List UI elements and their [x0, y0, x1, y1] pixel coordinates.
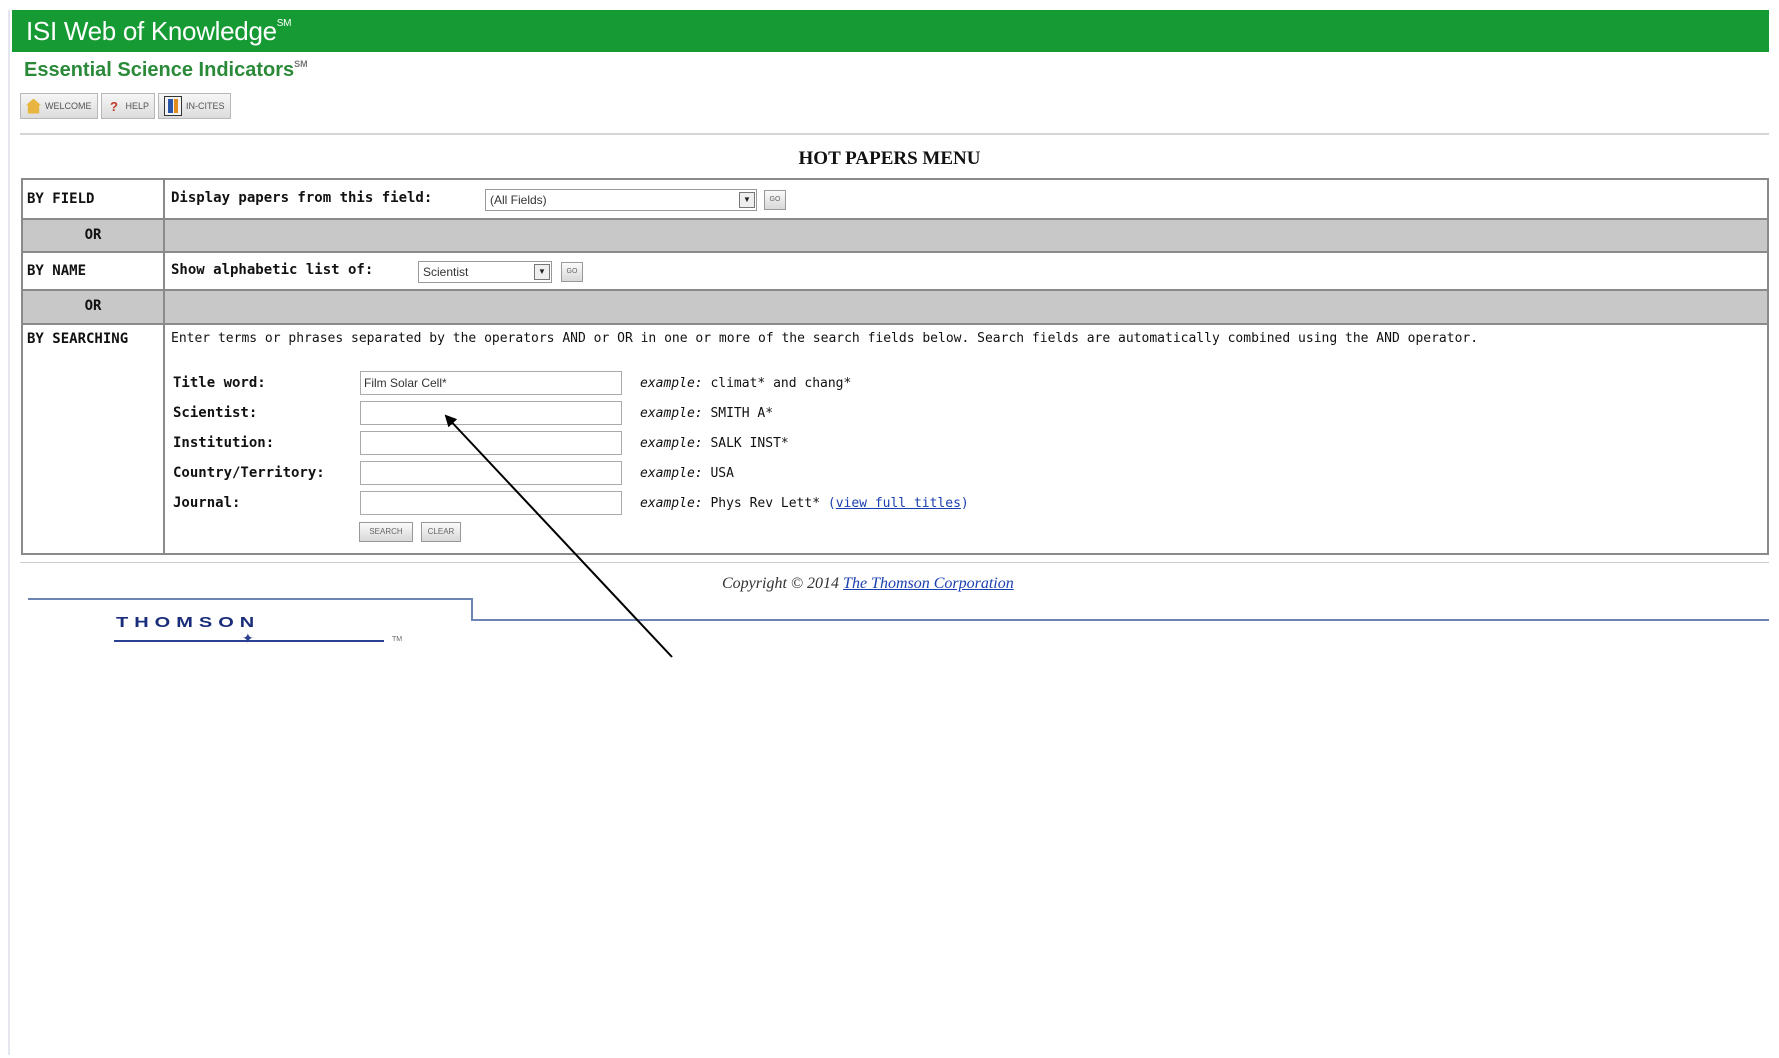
- scientist-example: example: SMITH A*: [640, 406, 773, 421]
- name-go-button[interactable]: GO: [561, 262, 583, 282]
- example-text: SALK INST*: [710, 436, 789, 451]
- help-button[interactable]: ? HELP: [100, 93, 156, 119]
- divider-top: [20, 133, 1769, 135]
- country-input[interactable]: [360, 461, 622, 485]
- example-text: Phys Rev Lett*: [710, 496, 821, 511]
- hot-papers-table: BY FIELD Display papers from this field:…: [21, 178, 1769, 555]
- thomson-logo: THOMSON: [116, 614, 261, 631]
- welcome-button[interactable]: WELCOME: [20, 93, 98, 119]
- search-button[interactable]: SEARCH: [359, 522, 413, 542]
- product-subtitle: Essential Science IndicatorsSM: [24, 59, 308, 82]
- or-label: OR: [23, 220, 165, 251]
- by-searching-label: BY SEARCHING: [23, 325, 165, 553]
- dropdown-arrow-icon: ▼: [739, 192, 755, 208]
- page: ISI Web of KnowledgeSM Essential Science…: [0, 0, 1779, 1058]
- title-word-example: example: climat* and chang*: [640, 376, 851, 391]
- institution-input[interactable]: [360, 431, 622, 455]
- incites-button[interactable]: IN-CITES: [158, 93, 231, 119]
- copyright-text: Copyright © 2014: [722, 575, 840, 592]
- scientist-label: Scientist:: [173, 405, 258, 421]
- institution-example: example: SALK INST*: [640, 436, 789, 451]
- or-label: OR: [23, 291, 165, 323]
- incites-label: IN-CITES: [186, 101, 225, 111]
- example-prefix: example:: [640, 436, 703, 451]
- field-select-value: (All Fields): [490, 193, 547, 207]
- example-text: climat* and chang*: [710, 376, 852, 391]
- example-text: USA: [710, 466, 734, 481]
- help-icon: ?: [110, 98, 118, 114]
- brand-servicemark: SM: [276, 18, 292, 29]
- by-field-row: BY FIELD Display papers from this field:…: [23, 180, 1767, 220]
- name-select[interactable]: Scientist ▼: [418, 261, 552, 283]
- or-separator: OR: [23, 220, 1767, 253]
- field-go-button[interactable]: GO: [764, 190, 786, 210]
- subtitle-servicemark: SM: [294, 59, 308, 69]
- link-paren-open: (: [827, 496, 836, 511]
- clear-button[interactable]: CLEAR: [421, 522, 461, 542]
- footer-rule-step: [471, 598, 473, 620]
- link-paren-close: ): [960, 496, 969, 511]
- incites-icon: [164, 96, 183, 116]
- country-example: example: USA: [640, 466, 734, 481]
- title-word-label: Title word:: [173, 375, 266, 391]
- journal-label: Journal:: [173, 495, 241, 511]
- help-label: HELP: [125, 101, 150, 111]
- name-prompt: Show alphabetic list of:: [171, 262, 374, 278]
- company-link[interactable]: The Thomson Corporation: [843, 575, 1014, 592]
- header-bar: ISI Web of KnowledgeSM: [12, 10, 1769, 52]
- name-select-value: Scientist: [423, 265, 469, 279]
- subtitle-text: Essential Science Indicators: [24, 59, 295, 81]
- example-prefix: example:: [640, 496, 703, 511]
- example-text: SMITH A*: [710, 406, 774, 421]
- logo-star-icon: ✦: [242, 632, 254, 647]
- welcome-label: WELCOME: [45, 101, 92, 111]
- divider-bottom: [20, 562, 1769, 563]
- by-name-label: BY NAME: [23, 253, 165, 289]
- search-instructions: Enter terms or phrases separated by the …: [171, 331, 1479, 346]
- journal-input[interactable]: [360, 491, 622, 515]
- footer-rule-right: [471, 619, 1769, 621]
- by-name-row: BY NAME Show alphabetic list of: Scienti…: [23, 253, 1767, 291]
- field-select[interactable]: (All Fields) ▼: [485, 189, 757, 211]
- title-word-input[interactable]: Film Solar Cell*: [360, 371, 622, 395]
- dropdown-arrow-icon: ▼: [534, 264, 550, 280]
- example-prefix: example:: [640, 466, 703, 481]
- example-prefix: example:: [640, 406, 703, 421]
- by-searching-row: BY SEARCHING Enter terms or phrases sepa…: [23, 325, 1767, 553]
- institution-label: Institution:: [173, 435, 275, 451]
- footer-rule-left: [28, 598, 473, 600]
- logo-trademark: TM: [392, 636, 403, 643]
- journal-example: example: Phys Rev Lett* (view full title…: [640, 496, 969, 511]
- brand-title[interactable]: ISI Web of KnowledgeSM: [26, 16, 292, 47]
- scientist-input[interactable]: [360, 401, 622, 425]
- toolbar: WELCOME ? HELP IN-CITES: [20, 93, 231, 119]
- or-separator: OR: [23, 291, 1767, 325]
- field-prompt: Display papers from this field:: [171, 190, 433, 206]
- page-title: HOT PAPERS MENU: [798, 148, 981, 169]
- example-prefix: example:: [640, 376, 703, 391]
- brand-text: ISI Web of Knowledge: [26, 16, 277, 46]
- country-label: Country/Territory:: [173, 465, 325, 481]
- home-icon: [26, 98, 41, 114]
- by-field-label: BY FIELD: [23, 180, 165, 218]
- view-full-titles-link[interactable]: view full titles: [836, 496, 961, 511]
- copyright: Copyright © 2014 The Thomson Corporation: [722, 575, 1014, 593]
